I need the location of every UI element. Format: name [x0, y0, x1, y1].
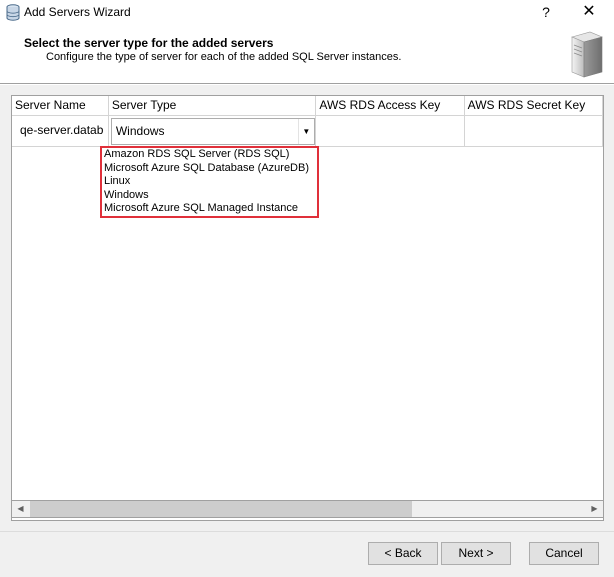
page-subtitle: Configure the type of server for each of… [46, 51, 402, 63]
scroll-right-arrow-icon[interactable]: ▶ [586, 501, 603, 517]
back-button[interactable]: < Back [368, 542, 438, 565]
server-type-cell[interactable]: Windows ▼ [108, 116, 317, 147]
database-server-icon [6, 4, 20, 21]
grid-header-row: Server Name Server Type AWS RDS Access K… [12, 96, 603, 116]
server-name-cell[interactable]: qe-server.datab [12, 116, 109, 147]
aws-secret-key-cell[interactable] [464, 116, 603, 147]
server-type-dropdown-list: Amazon RDS SQL Server (RDS SQL) Microsof… [100, 146, 319, 218]
chevron-down-icon[interactable]: ▼ [297, 119, 314, 144]
dropdown-option-azure-db[interactable]: Microsoft Azure SQL Database (AzureDB) [102, 162, 317, 176]
page-title: Select the server type for the added ser… [24, 36, 274, 50]
column-header-aws-access-key[interactable]: AWS RDS Access Key [316, 96, 465, 116]
column-header-server-name[interactable]: Server Name [12, 96, 109, 116]
close-button[interactable]: ✕ [572, 1, 606, 25]
title-bar: Add Servers Wizard ? ✕ [0, 0, 614, 26]
wizard-header: Select the server type for the added ser… [0, 26, 614, 83]
dropdown-option-linux[interactable]: Linux [102, 175, 317, 189]
server-type-combobox[interactable]: Windows ▼ [110, 118, 315, 145]
scroll-left-arrow-icon[interactable]: ◀ [12, 501, 29, 517]
help-button[interactable]: ? [533, 1, 559, 25]
server-tower-icon [571, 31, 603, 78]
dropdown-option-rds-sql[interactable]: Amazon RDS SQL Server (RDS SQL) [102, 148, 317, 162]
aws-access-key-cell[interactable] [316, 116, 465, 147]
scrollbar-thumb[interactable] [30, 501, 412, 517]
cancel-button[interactable]: Cancel [529, 542, 599, 565]
next-button[interactable]: Next > [441, 542, 511, 565]
table-row: qe-server.datab Windows ▼ [12, 116, 603, 147]
server-name-value: qe-server.datab [20, 123, 104, 137]
wizard-footer: < Back Next > Cancel [0, 532, 614, 577]
dropdown-option-azure-managed-instance[interactable]: Microsoft Azure SQL Managed Instance [102, 202, 317, 216]
column-header-server-type[interactable]: Server Type [108, 96, 317, 116]
window-title: Add Servers Wizard [24, 5, 131, 19]
server-type-value: Windows [115, 124, 165, 138]
dropdown-option-windows[interactable]: Windows [102, 189, 317, 203]
horizontal-scrollbar[interactable]: ◀ ▶ [11, 500, 604, 518]
column-header-aws-secret-key[interactable]: AWS RDS Secret Key [464, 96, 603, 116]
